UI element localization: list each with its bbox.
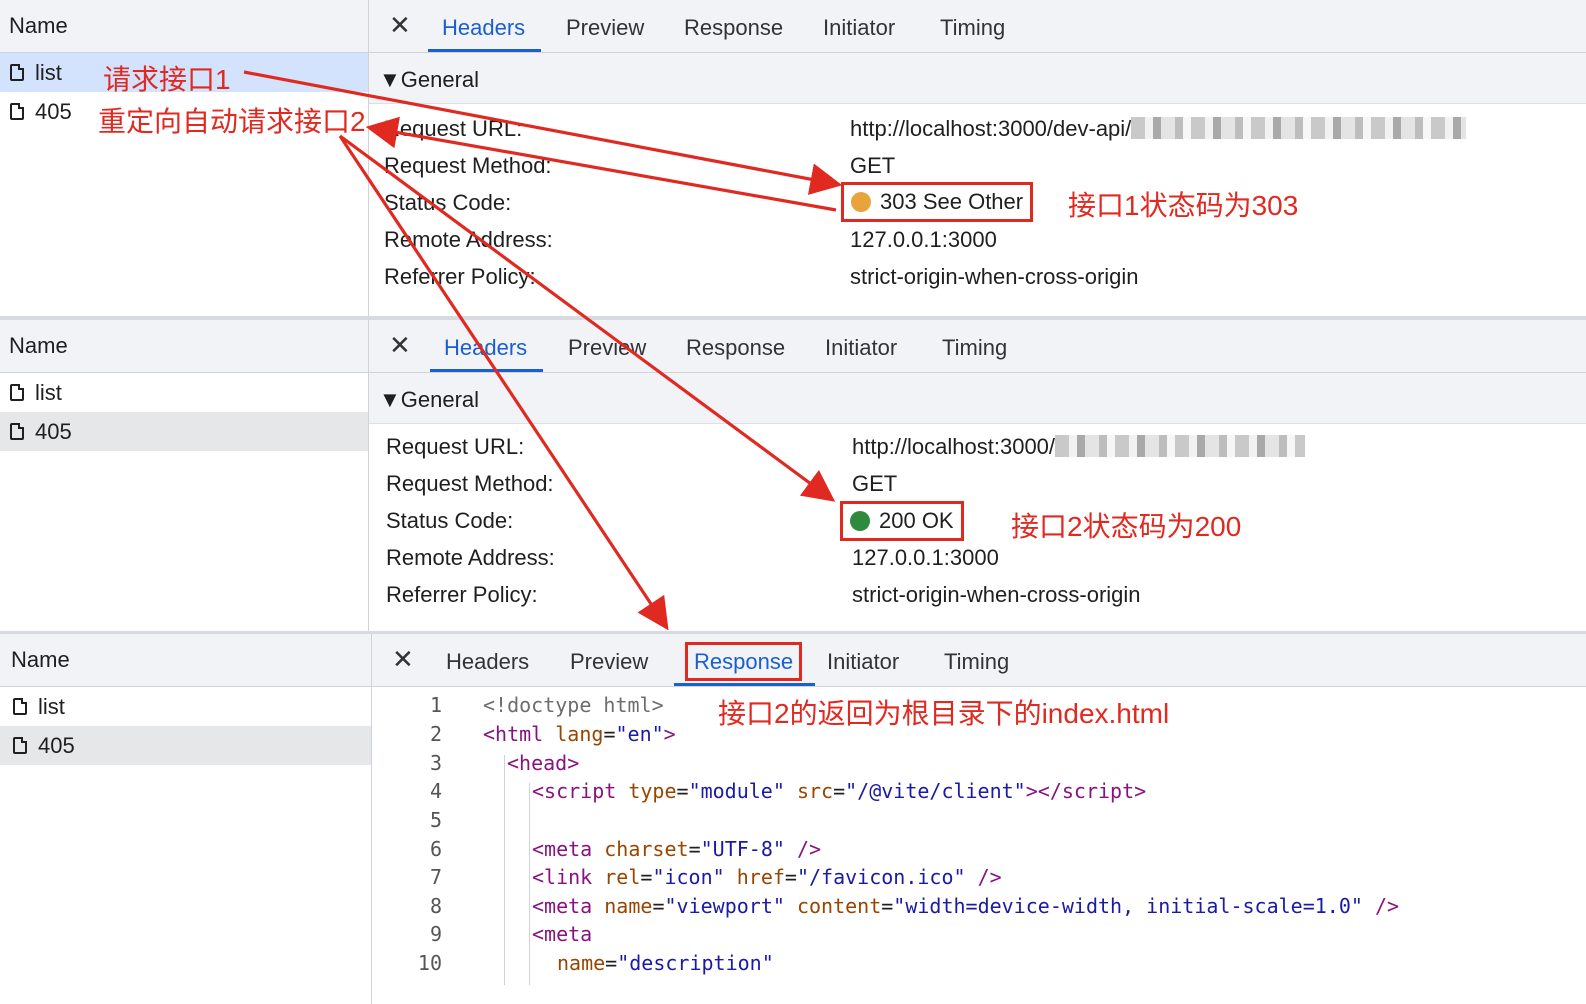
annotation-arrows [243,70,843,631]
arrow-request1-to-303 [243,70,843,195]
arrow-redirect-to-200 [339,134,836,502]
arrow-redirect-to-response [338,135,669,631]
